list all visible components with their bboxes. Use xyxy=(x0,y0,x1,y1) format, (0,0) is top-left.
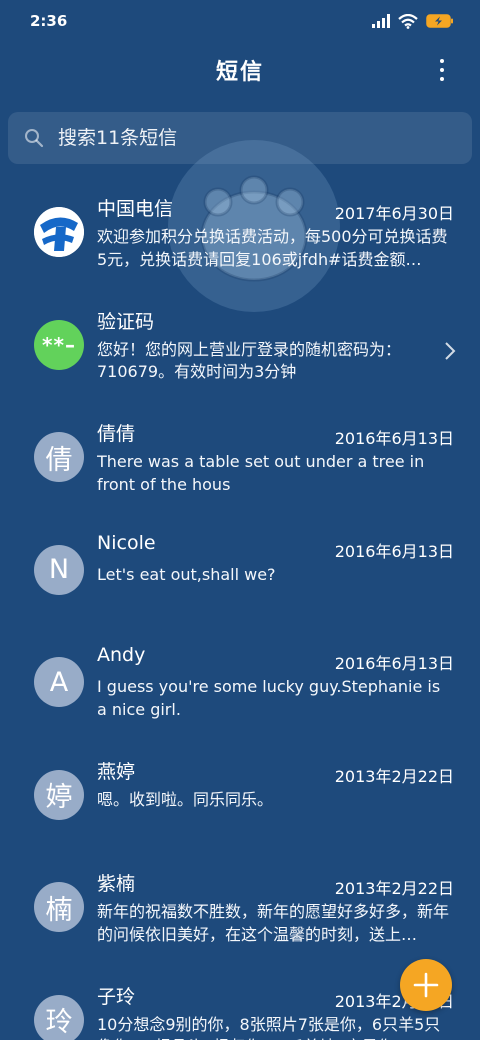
conversation-date: 2016年6月13日 xyxy=(334,541,454,561)
chevron-right-icon xyxy=(445,341,456,360)
conversation-item[interactable]: 楠 紫楠 2013年2月22日 新年的祝福数不胜数，新年的愿望好多好多，新年的问… xyxy=(0,855,480,968)
conversation-item[interactable]: **– 验证码 您好！您的网上营业厅登录的随机密码为：710679。有效时间为3… xyxy=(0,293,480,406)
conversation-item[interactable]: 倩 倩倩 2016年6月13日 There was a table set ou… xyxy=(0,405,480,518)
conversation-preview: 新年的祝福数不胜数，新年的愿望好多好多，新年的问候依旧美好，在这个温馨的时刻，送… xyxy=(97,902,450,944)
avatar: N xyxy=(34,544,84,595)
more-dot-icon xyxy=(440,68,444,72)
conversation-date: 2017年6月30日 xyxy=(334,204,454,223)
conversation-date: 2013年2月22日 xyxy=(334,766,454,786)
conversation-name: 紫楠 xyxy=(97,873,136,895)
conversation-name: Nicole xyxy=(97,531,156,554)
plus-icon xyxy=(413,972,439,998)
conversation-item[interactable]: 中国电信 2017年6月30日 欢迎参加积分兑换话费活动，每500分可兑换话费5… xyxy=(0,180,480,293)
conversation-date: 2016年6月13日 xyxy=(334,429,454,448)
conversation-preview: Let's eat out,shall we? xyxy=(97,564,276,584)
avatar: 倩 xyxy=(34,432,84,482)
avatar: 玲 xyxy=(34,994,84,1040)
conversation-name: 验证码 xyxy=(97,310,155,333)
avatar: A xyxy=(34,657,84,707)
conversation-name: 倩倩 xyxy=(97,423,136,445)
conversation-name: 中国电信 xyxy=(97,198,174,220)
app-header: 短信 xyxy=(0,42,480,98)
conversation-item[interactable]: A Andy 2016年6月13日 I guess you're some lu… xyxy=(0,630,480,743)
conversation-name: 燕婷 xyxy=(97,760,136,783)
china-telecom-logo-icon xyxy=(34,207,84,257)
conversation-date: 2016年6月13日 xyxy=(334,654,454,673)
verification-code-avatar: **– xyxy=(34,319,84,370)
page-title: 短信 xyxy=(215,60,264,85)
signal-icon xyxy=(372,14,390,28)
avatar: 婷 xyxy=(34,769,84,820)
conversation-name: Andy xyxy=(97,644,146,666)
more-options-button[interactable] xyxy=(430,56,454,84)
search-icon xyxy=(25,129,44,148)
conversation-preview: 欢迎参加积分兑换话费活动，每500分可兑换话费5元，兑换话费请回复106或jfd… xyxy=(97,227,448,269)
conversation-preview: 嗯。收到啦。同乐同乐。 xyxy=(97,789,274,809)
battery-charging-icon xyxy=(426,14,453,28)
status-icons xyxy=(372,13,454,29)
conversation-list: 中国电信 2017年6月30日 欢迎参加积分兑换话费活动，每500分可兑换话费5… xyxy=(0,180,480,1040)
status-bar: 2:36 xyxy=(0,0,480,42)
search-bar[interactable] xyxy=(8,112,472,164)
conversation-preview: There was a table set out under a tree i… xyxy=(97,452,425,494)
conversation-item[interactable]: N Nicole 2016年6月13日 Let's eat out,shall … xyxy=(0,518,480,631)
new-message-button[interactable] xyxy=(400,959,452,1011)
more-dot-icon xyxy=(440,77,444,81)
conversation-date: 2013年2月22日 xyxy=(334,879,454,898)
more-dot-icon xyxy=(440,59,444,63)
conversation-item[interactable]: 婷 燕婷 2013年2月22日 嗯。收到啦。同乐同乐。 xyxy=(0,743,480,856)
search-input[interactable] xyxy=(58,127,438,149)
conversation-preview: 您好！您的网上营业厅登录的随机密码为：710679。有效时间为3分钟 xyxy=(97,339,402,382)
avatar: 楠 xyxy=(34,882,84,932)
conversation-name: 子玲 xyxy=(97,985,136,1008)
status-time: 2:36 xyxy=(30,12,68,30)
conversation-preview: I guess you're some lucky guy.Stephanie … xyxy=(97,677,441,719)
wifi-icon xyxy=(398,13,418,29)
conversation-preview: 10分想念9别的你，8张照片7张是你，6只羊5只像你，4根骨头3根归你，2爪着地… xyxy=(97,1014,441,1040)
